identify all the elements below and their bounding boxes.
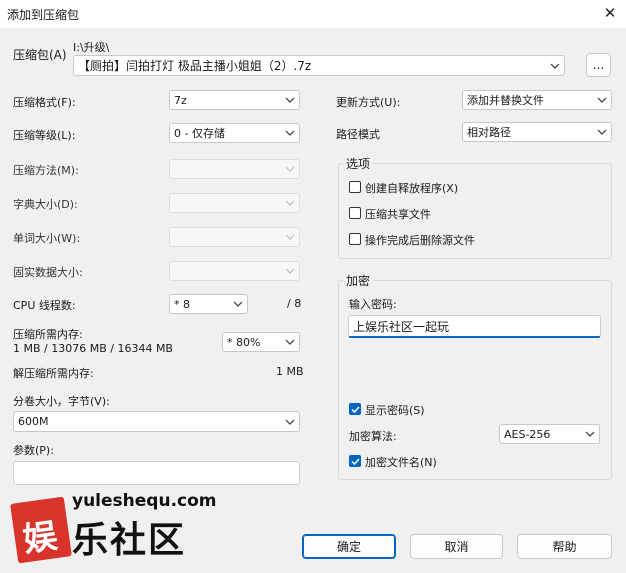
threads-max: / 8 bbox=[287, 297, 302, 310]
decomp-value: 1 MB bbox=[276, 365, 304, 378]
split-combo[interactable]: 600M bbox=[13, 411, 300, 432]
method-label: 压缩方法(M): bbox=[13, 164, 79, 177]
sfx-checkbox[interactable] bbox=[349, 181, 361, 193]
algo-value: AES-256 bbox=[504, 427, 551, 441]
solid-combo[interactable] bbox=[169, 261, 300, 281]
format-label: 压缩格式(F): bbox=[13, 96, 76, 109]
word-label: 单词大小(W): bbox=[13, 232, 81, 245]
watermark-glyph: 娱 bbox=[20, 516, 60, 561]
checkmark-icon bbox=[350, 457, 360, 465]
chevron-down-icon bbox=[546, 63, 564, 69]
pathmode-label: 路径模式 bbox=[336, 128, 380, 141]
checkmark-icon bbox=[350, 405, 360, 413]
chevron-down-icon bbox=[281, 339, 299, 345]
threads-combo[interactable]: * 8 bbox=[169, 294, 248, 314]
archive-name-combo[interactable]: 【厕拍】闫拍打灯 极品主播小姐姐（2）.7z bbox=[73, 55, 565, 76]
level-value: 0 - 仅存储 bbox=[174, 127, 225, 140]
sfx-label[interactable]: 创建自释放程序(X) bbox=[365, 180, 458, 196]
dict-label: 字典大小(D): bbox=[13, 198, 78, 211]
cancel-button[interactable]: 取消 bbox=[410, 534, 503, 559]
delete-after-checkbox[interactable] bbox=[349, 233, 361, 245]
close-icon[interactable]: ✕ bbox=[600, 3, 620, 23]
mem-detail: 1 MB / 13076 MB / 16344 MB bbox=[13, 342, 173, 355]
params-label: 参数(P): bbox=[13, 444, 54, 457]
watermark-text: 乐社区 bbox=[72, 520, 187, 561]
chevron-down-icon bbox=[281, 97, 299, 103]
level-label: 压缩等级(L): bbox=[13, 129, 76, 142]
archive-path: I:\升级\ bbox=[73, 41, 110, 54]
split-value: 600M bbox=[18, 415, 49, 428]
browse-button[interactable]: ... bbox=[586, 53, 611, 77]
encrypt-names-checkbox[interactable] bbox=[349, 455, 361, 467]
window-title: 添加到压缩包 bbox=[7, 8, 80, 22]
split-label: 分卷大小，字节(V): bbox=[13, 395, 110, 408]
chevron-down-icon bbox=[229, 301, 247, 307]
options-title: 选项 bbox=[343, 155, 374, 172]
show-password-label[interactable]: 显示密码(S) bbox=[365, 402, 425, 418]
update-label: 更新方式(U): bbox=[336, 96, 401, 109]
password-input[interactable]: 上娱乐社区一起玩 bbox=[348, 315, 601, 338]
archive-label: 压缩包(A) bbox=[13, 48, 67, 62]
level-combo[interactable]: 0 - 仅存储 bbox=[169, 123, 300, 143]
shared-files-checkbox[interactable] bbox=[349, 207, 361, 219]
threads-value: * 8 bbox=[174, 297, 190, 311]
update-value: 添加并替换文件 bbox=[467, 94, 544, 107]
dict-combo[interactable] bbox=[169, 193, 300, 213]
chevron-down-icon bbox=[593, 97, 611, 103]
chevron-down-icon bbox=[281, 268, 299, 274]
algo-combo[interactable]: AES-256 bbox=[499, 424, 600, 444]
encrypt-names-label[interactable]: 加密文件名(N) bbox=[365, 454, 437, 470]
decomp-label: 解压缩所需内存: bbox=[13, 367, 94, 380]
watermark-domain: yuleshequ.com bbox=[72, 491, 217, 511]
watermark-logo-icon: 娱 bbox=[10, 496, 72, 564]
chevron-down-icon bbox=[581, 431, 599, 437]
update-combo[interactable]: 添加并替换文件 bbox=[462, 90, 612, 110]
algo-label: 加密算法: bbox=[349, 430, 397, 443]
title-bar: 添加到压缩包 ✕ bbox=[0, 0, 626, 28]
mem-label: 压缩所需内存: bbox=[13, 328, 83, 341]
word-combo[interactable] bbox=[169, 227, 300, 247]
format-value: 7z bbox=[174, 93, 187, 107]
mem-value: * 80% bbox=[227, 335, 261, 349]
chevron-down-icon bbox=[281, 419, 299, 425]
shared-files-label[interactable]: 压缩共享文件 bbox=[365, 206, 431, 222]
password-label: 输入密码: bbox=[349, 298, 397, 311]
format-combo[interactable]: 7z bbox=[169, 90, 300, 110]
solid-label: 固实数据大小: bbox=[13, 266, 83, 279]
pathmode-combo[interactable]: 相对路径 bbox=[462, 122, 612, 142]
method-combo[interactable] bbox=[169, 159, 300, 179]
params-input[interactable] bbox=[13, 461, 300, 485]
threads-label: CPU 线程数: bbox=[13, 299, 76, 312]
chevron-down-icon bbox=[281, 130, 299, 136]
encryption-title: 加密 bbox=[343, 272, 374, 289]
chevron-down-icon bbox=[593, 129, 611, 135]
mem-combo[interactable]: * 80% bbox=[222, 332, 300, 352]
help-button[interactable]: 帮助 bbox=[517, 534, 612, 559]
archive-name-value: 【厕拍】闫拍打灯 极品主播小姐姐（2）.7z bbox=[78, 59, 312, 73]
pathmode-value: 相对路径 bbox=[467, 126, 511, 139]
chevron-down-icon bbox=[281, 200, 299, 206]
delete-after-label[interactable]: 操作完成后删除源文件 bbox=[365, 232, 475, 248]
chevron-down-icon bbox=[281, 166, 299, 172]
show-password-checkbox[interactable] bbox=[349, 403, 361, 415]
ok-button[interactable]: 确定 bbox=[302, 534, 396, 559]
chevron-down-icon bbox=[281, 234, 299, 240]
